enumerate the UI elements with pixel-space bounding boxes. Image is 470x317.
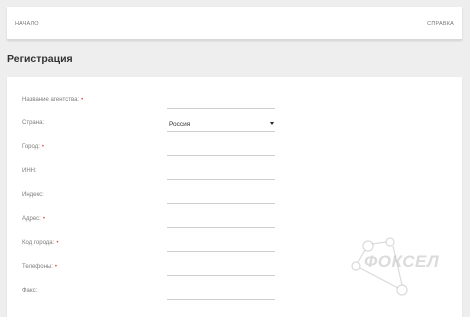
phones-label: Телефоны: •	[22, 264, 57, 270]
chevron-down-icon	[270, 122, 274, 125]
required-marker: •	[56, 240, 59, 246]
agency-name-label: Название агентства: •	[22, 97, 84, 103]
city-input[interactable]	[167, 142, 275, 156]
city-label: Город: •	[22, 144, 45, 150]
city-code-input[interactable]	[167, 238, 275, 252]
country-select-value: Россия	[169, 121, 191, 128]
city-code-label: Код города: •	[22, 240, 59, 246]
form-row-fax: Факс:	[7, 283, 462, 301]
form-row-country: Страна: Россия	[7, 115, 462, 133]
form-row-phones: Телефоны: •	[7, 259, 462, 277]
required-marker: •	[54, 264, 57, 270]
country-label: Страна:	[22, 120, 45, 126]
inn-input[interactable]	[167, 166, 275, 180]
form-row-city: Город: •	[7, 139, 462, 157]
form-row-agency-name: Название агентства: •	[7, 92, 462, 110]
nav-home-link[interactable]: НАЧАЛО	[15, 21, 39, 27]
required-marker: •	[41, 144, 45, 150]
phones-input[interactable]	[167, 262, 275, 276]
form-row-address: Адрес: •	[7, 211, 462, 229]
postal-code-label: Индекс:	[22, 192, 44, 198]
fax-input[interactable]	[167, 286, 275, 300]
required-marker: •	[81, 97, 84, 103]
required-marker: •	[42, 216, 45, 222]
inn-label: ИНН:	[22, 168, 37, 174]
country-select[interactable]: Россия	[167, 117, 275, 132]
address-input[interactable]	[167, 214, 275, 228]
form-row-postal-code: Индекс:	[7, 187, 462, 205]
nav-help-link[interactable]: СПРАВКА	[427, 21, 454, 27]
postal-code-input[interactable]	[167, 190, 275, 204]
fax-label: Факс:	[22, 288, 38, 294]
page-title: Регистрация	[7, 53, 73, 65]
address-label: Адрес: •	[22, 216, 45, 222]
form-row-inn: ИНН:	[7, 163, 462, 181]
top-navigation-bar: НАЧАЛО СПРАВКА	[7, 7, 462, 40]
form-row-city-code: Код города: •	[7, 235, 462, 253]
agency-name-input[interactable]	[167, 95, 275, 109]
registration-form-card: Название агентства: • Страна: Россия Горо…	[7, 77, 462, 317]
